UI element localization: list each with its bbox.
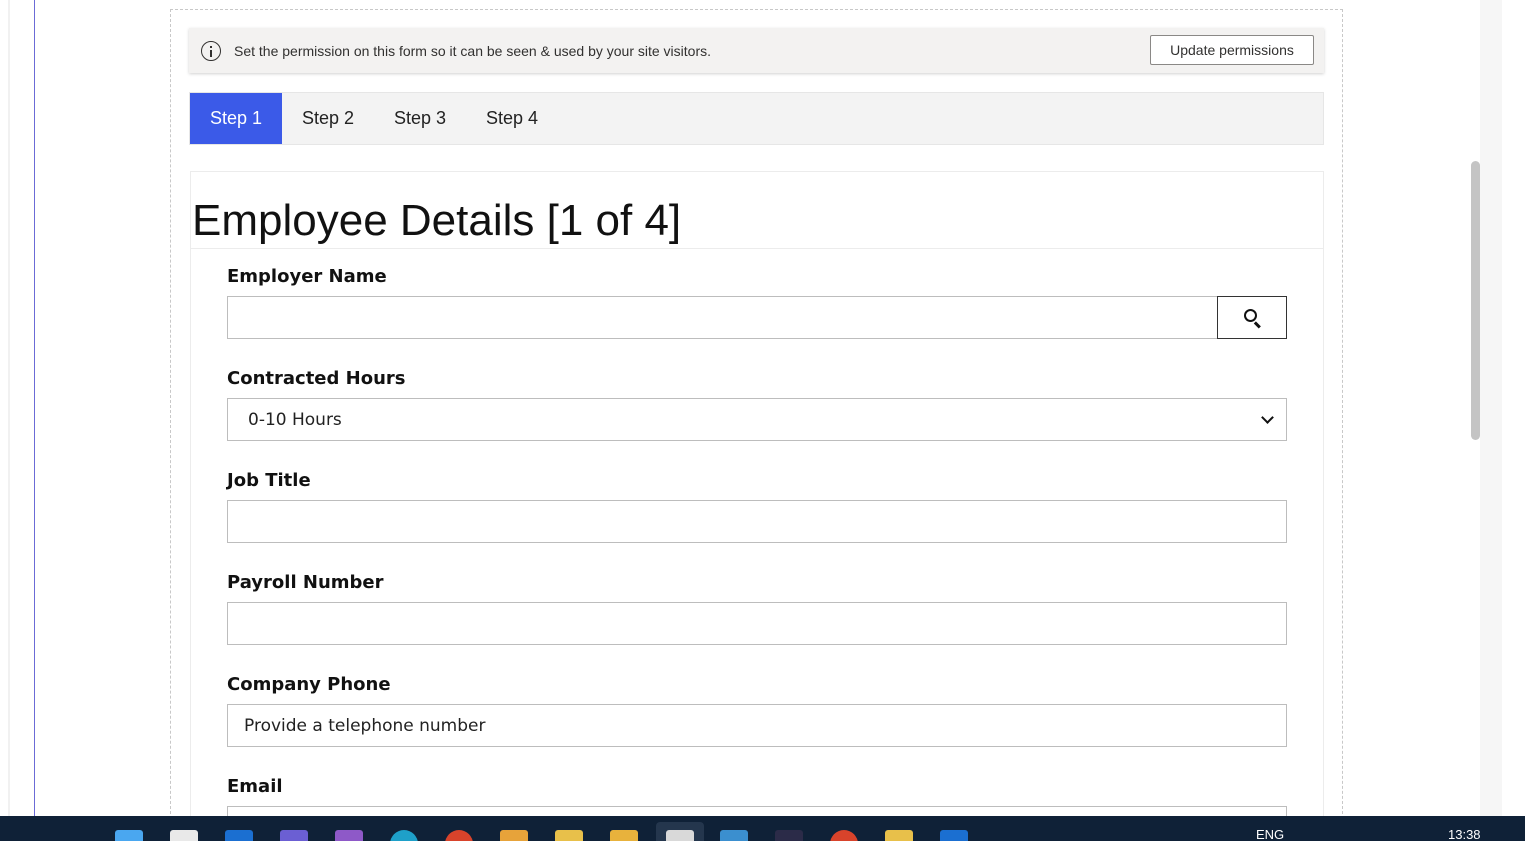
active-app-icon[interactable]: [666, 830, 694, 841]
right-edge: [1502, 0, 1525, 816]
vertical-scrollbar-thumb[interactable]: [1471, 161, 1480, 440]
clapper-app-icon[interactable]: [555, 830, 583, 841]
tab-step-4[interactable]: Step 4: [466, 93, 558, 144]
right-gutter: [1480, 0, 1502, 816]
payroll-number-input[interactable]: [227, 602, 1287, 645]
onenote-icon[interactable]: [335, 830, 363, 841]
tab-step-2[interactable]: Step 2: [282, 93, 374, 144]
windows-taskbar: ENG 13:38: [0, 816, 1525, 841]
screen-app-icon[interactable]: [720, 830, 748, 841]
rail-strip: [8, 0, 10, 816]
form-title: Employee Details [1 of 4]: [192, 196, 682, 245]
contracted-hours-value: 0-10 Hours: [248, 409, 342, 430]
language-indicator[interactable]: ENG: [1256, 827, 1284, 841]
company-phone-input[interactable]: Provide a telephone number: [227, 704, 1287, 747]
start-icon[interactable]: [115, 830, 143, 841]
mail-app-icon[interactable]: [940, 830, 968, 841]
permission-notice-bar: Set the permission on this form so it ca…: [189, 28, 1324, 73]
employer-name-label: Employer Name: [227, 266, 387, 287]
editor-left-rail: [0, 0, 35, 816]
title-divider: [191, 248, 1323, 249]
update-permissions-button[interactable]: Update permissions: [1150, 35, 1314, 65]
payroll-number-label: Payroll Number: [227, 572, 384, 593]
employer-name-input[interactable]: [227, 296, 1218, 339]
contracted-hours-select[interactable]: 0-10 Hours: [227, 398, 1287, 441]
chrome-icon[interactable]: [445, 830, 473, 841]
calendar-app-icon[interactable]: [170, 830, 198, 841]
job-title-label: Job Title: [227, 470, 311, 491]
contracted-hours-label: Contracted Hours: [227, 368, 406, 389]
job-title-input[interactable]: [227, 500, 1287, 543]
edge-icon[interactable]: [390, 830, 418, 841]
search-icon: [1243, 309, 1257, 322]
clapper-app-2-icon[interactable]: [885, 830, 913, 841]
dark-app-icon[interactable]: [775, 830, 803, 841]
file-explorer-icon[interactable]: [610, 830, 638, 841]
chevron-down-icon: [1261, 411, 1274, 424]
company-phone-label: Company Phone: [227, 674, 391, 695]
tab-step-1[interactable]: Step 1: [190, 93, 282, 144]
paint-icon[interactable]: [500, 830, 528, 841]
employer-lookup-button[interactable]: [1217, 296, 1287, 339]
info-icon: [201, 40, 221, 61]
chrome-profile-icon[interactable]: [830, 830, 858, 841]
email-label: Email: [227, 776, 283, 797]
outlook-icon[interactable]: [225, 830, 253, 841]
step-tabs: Step 1 Step 2 Step 3 Step 4: [189, 92, 1324, 145]
tab-step-3[interactable]: Step 3: [374, 93, 466, 144]
permission-notice-text: Set the permission on this form so it ca…: [234, 42, 711, 59]
clock[interactable]: 13:38: [1448, 827, 1481, 841]
teams-icon[interactable]: [280, 830, 308, 841]
